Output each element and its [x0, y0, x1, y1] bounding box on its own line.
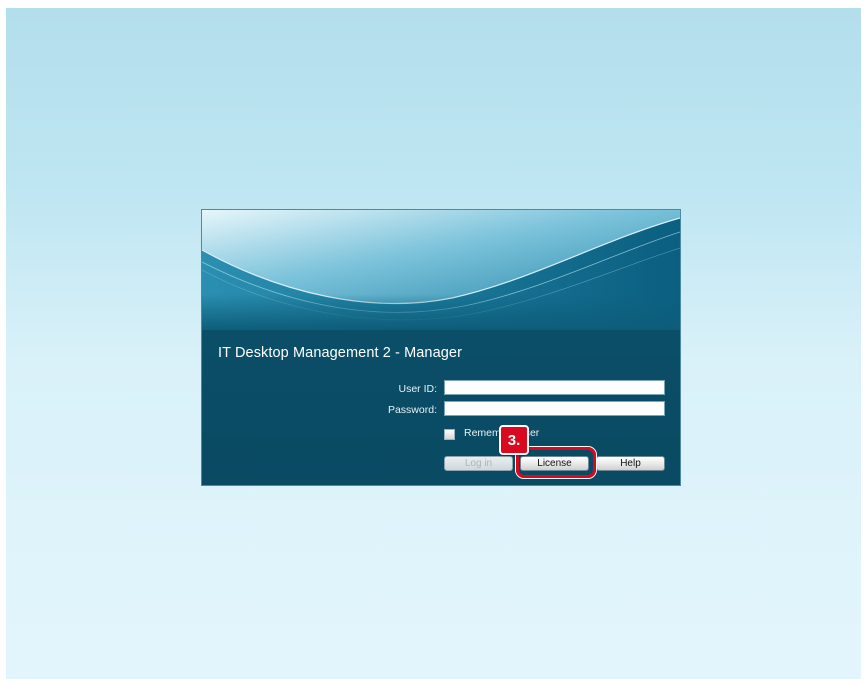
remember-user-checkbox[interactable] [444, 429, 455, 440]
login-button[interactable]: Log in [444, 456, 513, 471]
password-label: Password: [387, 404, 437, 416]
password-input[interactable] [444, 401, 665, 416]
login-dialog: IT Desktop Management 2 - Manager User I… [202, 210, 680, 485]
help-button[interactable]: Help [596, 456, 665, 471]
wave-banner [202, 210, 680, 330]
user-id-input[interactable] [444, 380, 665, 395]
step-number-badge: 3. [499, 425, 529, 455]
user-id-label: User ID: [398, 383, 437, 395]
app-title: IT Desktop Management 2 - Manager [218, 345, 463, 361]
